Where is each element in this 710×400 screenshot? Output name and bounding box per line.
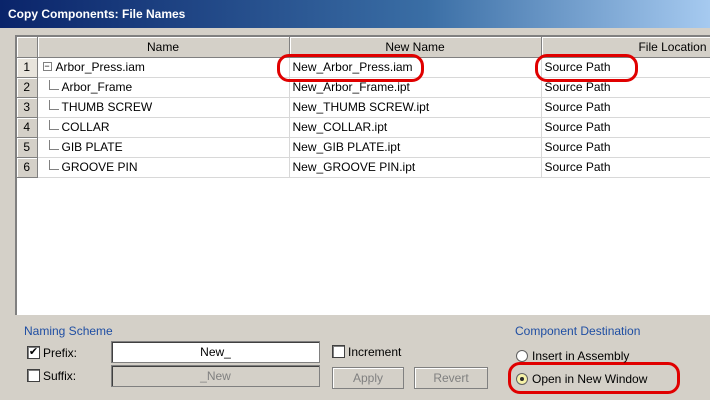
tree-branch-icon: [48, 120, 59, 130]
column-header-file-location[interactable]: File Location: [541, 37, 710, 58]
file-location-cell[interactable]: Source Path: [541, 117, 710, 138]
window-title: Copy Components: File Names: [8, 7, 186, 21]
new-name: New_THUMB SCREW.ipt: [292, 100, 430, 114]
file-location: Source Path: [544, 120, 611, 134]
new-name: New_GIB PLATE.ipt: [292, 140, 401, 154]
tree-branch-icon: [48, 80, 59, 90]
prefix-label: Prefix:: [43, 346, 78, 360]
suffix-input[interactable]: _New: [111, 365, 320, 387]
prefix-checkbox[interactable]: ✔: [27, 346, 40, 359]
tree-branch-icon: [48, 160, 59, 170]
new-name: New_GROOVE PIN.ipt: [292, 160, 416, 174]
component-name-cell[interactable]: GROOVE PIN: [37, 157, 290, 178]
row-number[interactable]: 1: [17, 57, 38, 78]
component-destination-label: Component Destination: [515, 324, 641, 338]
component-name: COLLAR: [61, 120, 110, 134]
new-name-cell[interactable]: New_Arbor_Frame.ipt: [289, 77, 542, 98]
component-name: Arbor_Frame: [61, 80, 133, 94]
row-number[interactable]: 2: [17, 77, 38, 98]
row-number[interactable]: 4: [17, 117, 38, 138]
file-location-cell[interactable]: Source Path: [541, 57, 710, 78]
component-name: Arbor_Press.iam: [55, 60, 145, 74]
collapse-icon[interactable]: −: [42, 62, 52, 72]
tree-branch-icon: [48, 100, 59, 110]
file-location: Source Path: [544, 60, 611, 74]
file-location-cell[interactable]: Source Path: [541, 157, 710, 178]
window-title-bar[interactable]: Copy Components: File Names: [0, 0, 710, 28]
file-location-cell[interactable]: Source Path: [541, 137, 710, 158]
file-location-cell[interactable]: Source Path: [541, 97, 710, 118]
table-row[interactable]: 2 Arbor_Frame New_Arbor_Frame.ipt Source…: [17, 77, 710, 98]
increment-label: Increment: [348, 345, 402, 359]
suffix-label: Suffix:: [43, 369, 77, 383]
new-name: New_Arbor_Frame.ipt: [292, 80, 410, 94]
apply-button[interactable]: Apply: [332, 367, 404, 389]
component-name: THUMB SCREW: [61, 100, 153, 114]
suffix-checkbox[interactable]: [27, 369, 40, 382]
row-number[interactable]: 5: [17, 137, 38, 158]
new-name-cell[interactable]: New_Arbor_Press.iam: [289, 57, 542, 78]
table-row[interactable]: 4 COLLAR New_COLLAR.ipt Source Path: [17, 117, 710, 138]
tree-branch-icon: [48, 140, 59, 150]
component-name: GIB PLATE: [61, 140, 123, 154]
component-name-cell[interactable]: THUMB SCREW: [37, 97, 290, 118]
file-location-cell[interactable]: Source Path: [541, 77, 710, 98]
new-name: New_COLLAR.ipt: [292, 120, 388, 134]
table-row[interactable]: 6 GROOVE PIN New_GROOVE PIN.ipt Source P…: [17, 157, 710, 178]
file-names-grid[interactable]: Name New Name File Location 1 − Arbor_Pre…: [15, 35, 710, 315]
column-header-new-name[interactable]: New Name: [289, 37, 542, 58]
row-number[interactable]: 6: [17, 157, 38, 178]
component-name: GROOVE PIN: [61, 160, 138, 174]
grid-corner-header[interactable]: [17, 37, 38, 58]
file-location: Source Path: [544, 100, 611, 114]
new-name-cell[interactable]: New_COLLAR.ipt: [289, 117, 542, 138]
naming-scheme-label: Naming Scheme: [24, 324, 113, 338]
component-name-cell[interactable]: − Arbor_Press.iam: [37, 57, 290, 78]
table-row[interactable]: 3 THUMB SCREW New_THUMB SCREW.ipt Source…: [17, 97, 710, 118]
component-name-cell[interactable]: GIB PLATE: [37, 137, 290, 158]
prefix-input[interactable]: New_: [111, 341, 320, 363]
insert-in-assembly-radio[interactable]: [516, 350, 528, 362]
file-location: Source Path: [544, 140, 611, 154]
column-header-name[interactable]: Name: [37, 37, 290, 58]
increment-checkbox[interactable]: [332, 345, 345, 358]
component-name-cell[interactable]: Arbor_Frame: [37, 77, 290, 98]
open-in-new-window-label: Open in New Window: [532, 372, 648, 386]
new-name-cell[interactable]: New_GIB PLATE.ipt: [289, 137, 542, 158]
revert-button[interactable]: Revert: [414, 367, 488, 389]
file-location: Source Path: [544, 160, 611, 174]
new-name-cell[interactable]: New_THUMB SCREW.ipt: [289, 97, 542, 118]
file-location: Source Path: [544, 80, 611, 94]
insert-in-assembly-label: Insert in Assembly: [532, 349, 630, 363]
new-name-cell[interactable]: New_GROOVE PIN.ipt: [289, 157, 542, 178]
component-name-cell[interactable]: COLLAR: [37, 117, 290, 138]
open-in-new-window-radio[interactable]: [516, 373, 528, 385]
row-number[interactable]: 3: [17, 97, 38, 118]
table-row[interactable]: 5 GIB PLATE New_GIB PLATE.ipt Source Pat…: [17, 137, 710, 158]
new-name: New_Arbor_Press.iam: [292, 60, 413, 74]
table-row[interactable]: 1 − Arbor_Press.iam New_Arbor_Press.iam S…: [17, 57, 710, 78]
